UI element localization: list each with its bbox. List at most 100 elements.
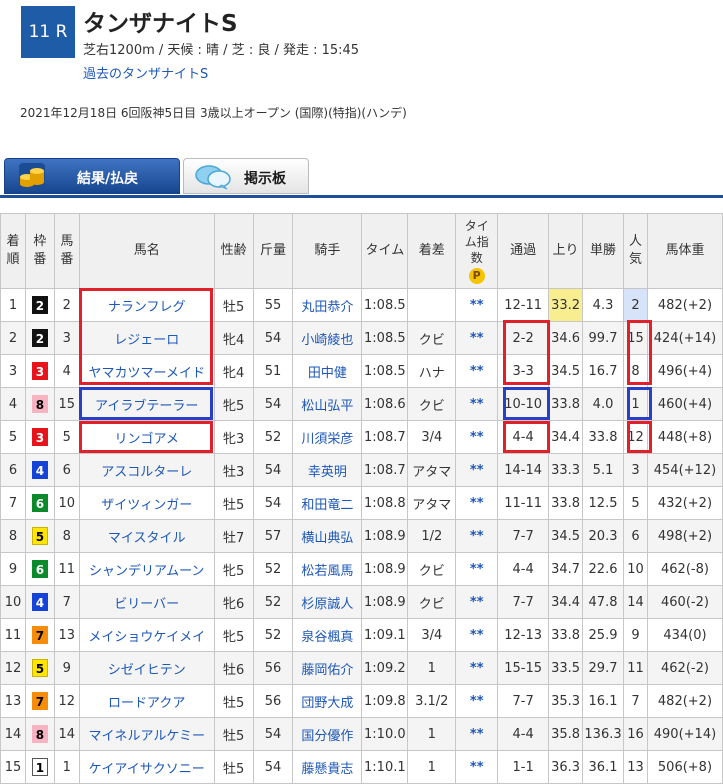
- waku-badge: 5: [31, 659, 48, 677]
- waku-badge: 3: [31, 362, 48, 380]
- win-odds-cell: 12.5: [582, 486, 624, 520]
- rank-cell: 7: [0, 486, 26, 520]
- jockey-link[interactable]: 泉谷楓真: [292, 618, 363, 652]
- jockey-link[interactable]: 幸英明: [292, 453, 363, 487]
- margin-cell: クビ: [407, 585, 457, 619]
- rank-cell: 1: [0, 288, 26, 322]
- horse-name-link[interactable]: ザイツィンガー: [78, 486, 215, 520]
- speech-bubble-icon: [195, 165, 231, 190]
- time-index-cell: **: [455, 486, 499, 520]
- weight-carried-cell: 56: [252, 651, 294, 685]
- margin-cell: [407, 288, 457, 322]
- tab-results-payout[interactable]: 結果/払戻: [4, 158, 180, 194]
- jockey-link[interactable]: 杉原誠人: [292, 585, 363, 619]
- time-index-cell: **: [455, 552, 499, 586]
- past-races-link[interactable]: 過去のタンザナイトS: [83, 63, 208, 82]
- jockey-link[interactable]: 横山典弘: [292, 519, 363, 553]
- jockey-link[interactable]: 藤岡佑介: [292, 651, 363, 685]
- waku-cell: 5: [24, 651, 55, 685]
- waku-cell: 6: [24, 552, 55, 586]
- body-weight-cell: 482(+2): [646, 288, 723, 322]
- jockey-link[interactable]: 川須栄彦: [292, 420, 363, 454]
- table-row: 1 2 2 ナランフレグ 牡5 55 丸田恭介 1:08.5 ** 12-11 33.2 4.3 2 48…: [0, 288, 723, 322]
- sex-age-cell: 牝3: [213, 420, 254, 454]
- last-3f-cell: 34.4: [548, 420, 584, 454]
- time-index-cell: **: [455, 453, 499, 487]
- table-row: 10 4 7 ビリーバー 牝6 52 杉原誠人 1:08.9 クビ ** 7-7 34.4 47.8 14…: [0, 585, 723, 619]
- win-odds-cell: 22.6: [582, 552, 624, 586]
- jockey-link[interactable]: 国分優作: [292, 717, 363, 751]
- table-row: 8 5 8 マイスタイル 牡7 57 横山典弘 1:08.9 1/2 ** 7-7 34.5 20.3 6…: [0, 519, 723, 553]
- horse-name-link[interactable]: マイネルアルケミー: [78, 717, 215, 751]
- waku-cell: 3: [24, 354, 55, 388]
- col-waku-label: 枠番: [33, 234, 47, 267]
- tab-bulletin-board[interactable]: 掲示板: [183, 158, 309, 194]
- table-row: 11 7 13 メイショウケイメイ 牝5 52 泉谷楓真 1:09.1 3/4 ** 12-13 33…: [0, 618, 723, 652]
- horse-name-link[interactable]: ヤマカツマーメイド: [78, 354, 215, 388]
- col-jockey: 騎手: [292, 213, 363, 289]
- horse-name-link[interactable]: リンゴアメ: [78, 420, 215, 454]
- popularity-cell: 12: [623, 420, 648, 454]
- col-time-index: タイム指数 P: [455, 213, 499, 289]
- sex-age-cell: 牝5: [213, 618, 254, 652]
- horse-name-link[interactable]: ナランフレグ: [78, 288, 215, 322]
- weight-carried-cell: 52: [252, 420, 294, 454]
- waku-badge: 8: [31, 395, 48, 413]
- horse-name-link[interactable]: レジェーロ: [78, 321, 215, 355]
- time-cell: 1:08.9: [361, 552, 409, 586]
- time-index-cell: **: [455, 651, 499, 685]
- popularity-cell: 11: [623, 651, 648, 685]
- rank-cell: 10: [0, 585, 26, 619]
- jockey-link[interactable]: 松若風馬: [292, 552, 363, 586]
- horse-name-link[interactable]: メイショウケイメイ: [78, 618, 215, 652]
- passing-cell: 12-13: [497, 618, 550, 652]
- waku-badge: 7: [31, 626, 48, 644]
- horse-name-link[interactable]: シャンデリアムーン: [78, 552, 215, 586]
- horse-name-link[interactable]: マイスタイル: [78, 519, 215, 553]
- jockey-link[interactable]: 小崎綾也: [292, 321, 363, 355]
- horse-name-link[interactable]: アスコルターレ: [78, 453, 215, 487]
- body-weight-cell: 506(+8): [646, 750, 723, 784]
- win-odds-cell: 16.7: [582, 354, 624, 388]
- waku-badge: 2: [31, 296, 48, 314]
- margin-cell: クビ: [407, 387, 457, 421]
- horse-name-link[interactable]: ロードアクア: [78, 684, 215, 718]
- waku-badge: 8: [31, 725, 48, 743]
- popularity-cell: 7: [623, 684, 648, 718]
- passing-cell: 4-4: [497, 552, 550, 586]
- margin-cell: 1: [407, 750, 457, 784]
- sex-age-cell: 牝6: [213, 585, 254, 619]
- col-rank: 着順: [0, 213, 26, 289]
- rank-cell: 9: [0, 552, 26, 586]
- table-row: 12 5 9 シゼイヒテン 牡6 56 藤岡佑介 1:09.2 1 ** 15-15 33.5 29.7…: [0, 651, 723, 685]
- weight-carried-cell: 52: [252, 585, 294, 619]
- last-3f-cell: 33.5: [548, 651, 584, 685]
- horse-name-link[interactable]: アイラブテーラー: [78, 387, 215, 421]
- jockey-link[interactable]: 和田竜二: [292, 486, 363, 520]
- horse-name-link[interactable]: シゼイヒテン: [78, 651, 215, 685]
- passing-cell: 3-3: [497, 354, 550, 388]
- waku-badge: 4: [31, 461, 48, 479]
- horse-name-link[interactable]: ビリーバー: [78, 585, 215, 619]
- horse-name-link[interactable]: ケイアイサクソニー: [78, 750, 215, 784]
- win-odds-cell: 5.1: [582, 453, 624, 487]
- jockey-link[interactable]: 藤懸貴志: [292, 750, 363, 784]
- win-odds-cell: 16.1: [582, 684, 624, 718]
- last-3f-cell: 33.3: [548, 453, 584, 487]
- jockey-link[interactable]: 団野大成: [292, 684, 363, 718]
- sex-age-cell: 牡5: [213, 717, 254, 751]
- col-passing: 通過: [497, 213, 550, 289]
- jockey-link[interactable]: 松山弘平: [292, 387, 363, 421]
- win-odds-cell: 99.7: [582, 321, 624, 355]
- jockey-link[interactable]: 田中健: [292, 354, 363, 388]
- time-index-cell: **: [455, 420, 499, 454]
- time-cell: 1:08.8: [361, 486, 409, 520]
- waku-cell: 8: [24, 387, 55, 421]
- jockey-link[interactable]: 丸田恭介: [292, 288, 363, 322]
- umaban-cell: 3: [53, 321, 80, 355]
- waku-cell: 7: [24, 684, 55, 718]
- weight-carried-cell: 54: [252, 453, 294, 487]
- time-cell: 1:08.9: [361, 519, 409, 553]
- table-row: 2 2 3 レジェーロ 牝4 54 小崎綾也 1:08.5 クビ ** 2-2 34.6 99.7 15 4…: [0, 321, 723, 355]
- time-index-cell: **: [455, 288, 499, 322]
